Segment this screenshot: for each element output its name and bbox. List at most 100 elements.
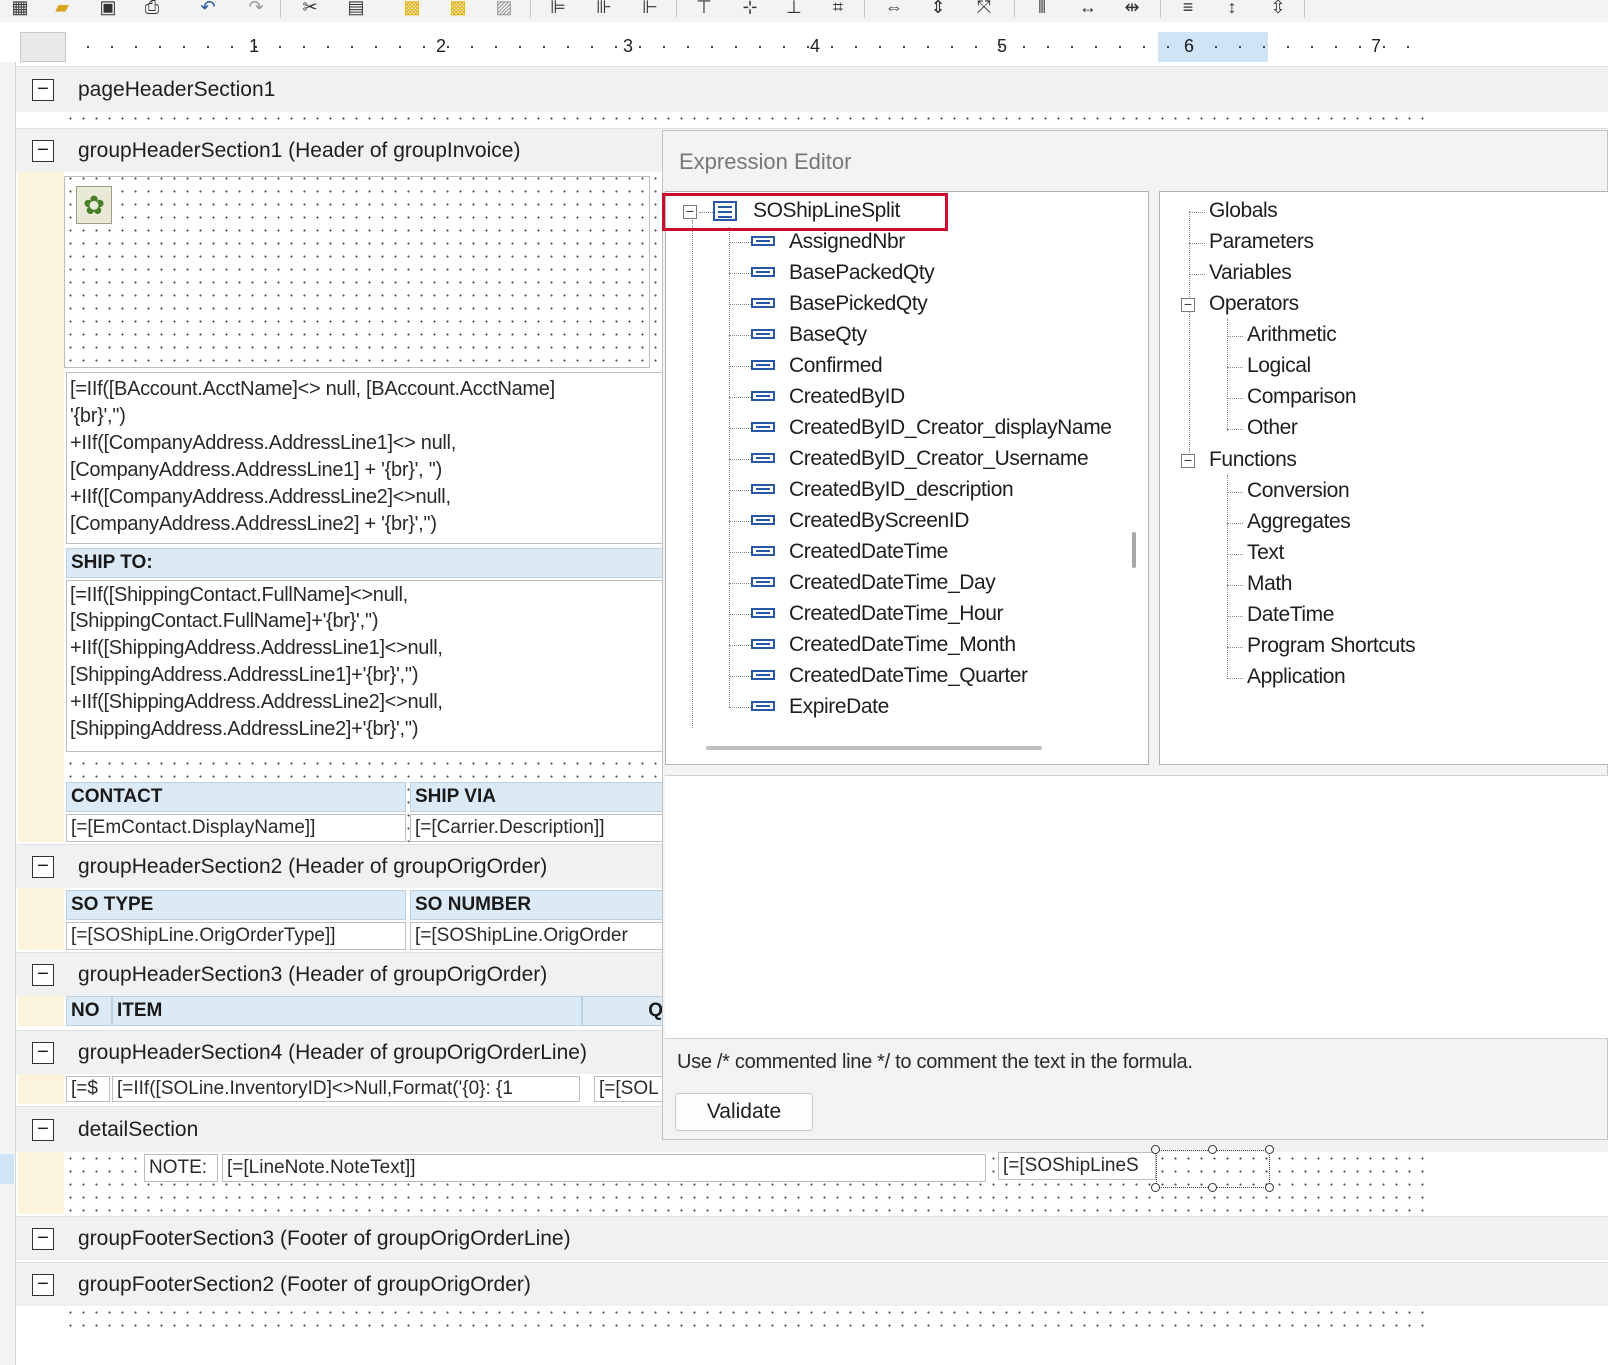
tree-node-conversion[interactable]: Conversion <box>1247 479 1350 503</box>
tree-node-operators[interactable]: Operators <box>1209 292 1299 316</box>
so-type-field[interactable]: [=[SOShipLine.OrigOrderType]] <box>66 922 406 950</box>
v-spacing-equal-icon[interactable]: ≡ <box>1174 0 1202 18</box>
item-header[interactable]: ITEM <box>112 996 582 1026</box>
contact-header[interactable]: CONTACT <box>66 782 406 812</box>
v-spacing-increase-icon[interactable]: ↕ <box>1218 0 1246 18</box>
same-height-icon[interactable]: ⇕ <box>924 0 952 18</box>
ship-to-header[interactable]: SHIP TO: <box>66 548 664 578</box>
undo-icon[interactable]: ↶ <box>194 0 222 18</box>
so-number-header[interactable]: SO NUMBER <box>410 890 664 920</box>
resize-handle[interactable] <box>1151 1183 1160 1192</box>
redo-icon[interactable]: ↷ <box>242 0 270 18</box>
tree-field-item[interactable]: CreatedDateTime_Month <box>789 633 1016 657</box>
tree-field-item[interactable]: Confirmed <box>789 354 883 378</box>
collapse-icon[interactable]: − <box>32 964 54 986</box>
align-center-icon[interactable]: ⊪ <box>590 0 618 18</box>
line-qty-field[interactable]: [=[SOL <box>594 1076 664 1102</box>
vertical-scrollbar[interactable] <box>1132 532 1136 568</box>
print-icon[interactable]: ⎙ <box>138 0 166 18</box>
collapse-icon[interactable]: − <box>32 856 54 878</box>
tree-node-aggregates[interactable]: Aggregates <box>1247 510 1351 534</box>
collapse-icon[interactable]: − <box>32 1042 54 1064</box>
align-grid-icon[interactable]: ⌗ <box>824 0 852 18</box>
collapse-icon[interactable]: − <box>32 1228 54 1250</box>
line-item-field[interactable]: [=IIf([SOLine.InventoryID]<>Null,Format(… <box>112 1076 580 1102</box>
resize-handle[interactable] <box>1265 1183 1274 1192</box>
validate-button[interactable]: Validate <box>675 1093 813 1131</box>
h-spacing-decrease-icon[interactable]: ⇹ <box>1118 0 1146 18</box>
tree-field-item[interactable]: AssignedNbr <box>789 230 905 254</box>
tree-node-program-shortcuts[interactable]: Program Shortcuts <box>1247 634 1416 658</box>
copy-icon[interactable]: ▩ <box>398 0 426 18</box>
h-spacing-equal-icon[interactable]: ⫴ <box>1028 0 1056 18</box>
so-type-header[interactable]: SO TYPE <box>66 890 406 920</box>
no-header[interactable]: NO <box>66 996 112 1026</box>
line-no-field[interactable]: [=$ <box>66 1076 110 1102</box>
ship-via-field[interactable]: [=[Carrier.Description]] <box>410 814 664 842</box>
tree-node-comparison[interactable]: Comparison <box>1247 385 1357 409</box>
tree-field-item[interactable]: CreatedByID <box>789 385 905 409</box>
same-size-icon[interactable]: ⤧ <box>970 0 998 18</box>
tree-field-item[interactable]: CreatedByID_description <box>789 478 1014 502</box>
open-icon[interactable]: ▰ <box>48 0 76 18</box>
tree-node-arithmetic[interactable]: Arithmetic <box>1247 323 1337 347</box>
tree-field-item[interactable]: CreatedByID_Creator_Username <box>789 447 1089 471</box>
section-band-group-footer-3[interactable]: − groupFooterSection3 (Footer of groupOr… <box>16 1216 1608 1260</box>
cut-icon[interactable]: ✂ <box>296 0 324 18</box>
tree-node-math[interactable]: Math <box>1247 572 1292 596</box>
note-field[interactable]: [=[LineNote.NoteText]] <box>222 1154 986 1182</box>
resize-handle[interactable] <box>1151 1145 1160 1154</box>
same-width-icon[interactable]: ⇔ <box>880 0 908 18</box>
contact-field[interactable]: [=[EmContact.DisplayName]] <box>66 814 406 842</box>
tree-field-item[interactable]: CreatedDateTime <box>789 540 948 564</box>
so-number-field[interactable]: [=[SOShipLine.OrigOrder <box>410 922 664 950</box>
tree-node-application[interactable]: Application <box>1247 665 1346 689</box>
align-bottom-icon[interactable]: ⊥ <box>780 0 808 18</box>
tree-node-other[interactable]: Other <box>1247 416 1298 440</box>
section-band-group-footer-2[interactable]: − groupFooterSection2 (Footer of groupOr… <box>16 1262 1608 1306</box>
tree-field-item[interactable]: CreatedByScreenID <box>789 509 969 533</box>
collapse-icon[interactable]: − <box>32 140 54 162</box>
tree-field-item[interactable]: CreatedDateTime_Hour <box>789 602 1004 626</box>
copy-format-icon[interactable]: ▩ <box>444 0 472 18</box>
tree-field-item[interactable]: ExpireDate <box>789 695 889 719</box>
collapse-icon[interactable]: − <box>32 1274 54 1296</box>
align-top-icon[interactable]: ⊤ <box>690 0 718 18</box>
paste-icon[interactable]: ▤ <box>342 0 370 18</box>
horizontal-scrollbar[interactable] <box>706 746 1042 750</box>
bring-front-icon[interactable]: ▨ <box>490 0 518 18</box>
qty-header[interactable]: Q <box>582 996 664 1026</box>
h-spacing-increase-icon[interactable]: ↔ <box>1074 0 1102 18</box>
logo-frame[interactable] <box>64 176 650 368</box>
tree-node-functions[interactable]: Functions <box>1209 448 1297 472</box>
expression-textarea[interactable] <box>665 775 1608 1039</box>
logo-placeholder-icon[interactable]: ✿ <box>76 186 112 224</box>
tree-field-item[interactable]: CreatedDateTime_Day <box>789 571 996 595</box>
ship-via-header[interactable]: SHIP VIA <box>410 782 664 812</box>
resize-handle[interactable] <box>1265 1145 1274 1154</box>
tree-field-item[interactable]: CreatedDateTime_Quarter <box>789 664 1028 688</box>
resize-handle[interactable] <box>1208 1183 1217 1192</box>
tree-node-variables[interactable]: Variables <box>1209 261 1292 285</box>
tree-node-datetime[interactable]: DateTime <box>1247 603 1334 627</box>
resize-handle[interactable] <box>1208 1145 1217 1154</box>
align-right-icon[interactable]: ⊩ <box>636 0 664 18</box>
tree-node-logical[interactable]: Logical <box>1247 354 1311 378</box>
section-band-page-header[interactable]: − pageHeaderSection1 <box>16 66 1608 112</box>
tree-field-item[interactable]: BasePackedQty <box>789 261 935 285</box>
note-label[interactable]: NOTE: <box>144 1154 218 1182</box>
collapse-icon[interactable]: − <box>32 79 54 101</box>
collapse-icon[interactable]: − <box>1181 297 1195 312</box>
v-spacing-decrease-icon[interactable]: ⇳ <box>1264 0 1292 18</box>
align-left-icon[interactable]: ⊫ <box>544 0 572 18</box>
save-icon[interactable]: ▣ <box>94 0 122 18</box>
detail-shipline-field[interactable]: [=[SOShipLineS <box>998 1152 1156 1180</box>
tree-node-parameters[interactable]: Parameters <box>1209 230 1314 254</box>
report-icon[interactable]: ▦ <box>6 0 34 18</box>
tree-field-item[interactable]: BaseQty <box>789 323 867 347</box>
tree-node-globals[interactable]: Globals <box>1209 199 1278 223</box>
collapse-icon[interactable]: − <box>32 1119 54 1141</box>
tree-field-item[interactable]: CreatedByID_Creator_displayName <box>789 416 1112 440</box>
collapse-icon[interactable]: − <box>1181 453 1195 468</box>
align-middle-icon[interactable]: ⊹ <box>736 0 764 18</box>
